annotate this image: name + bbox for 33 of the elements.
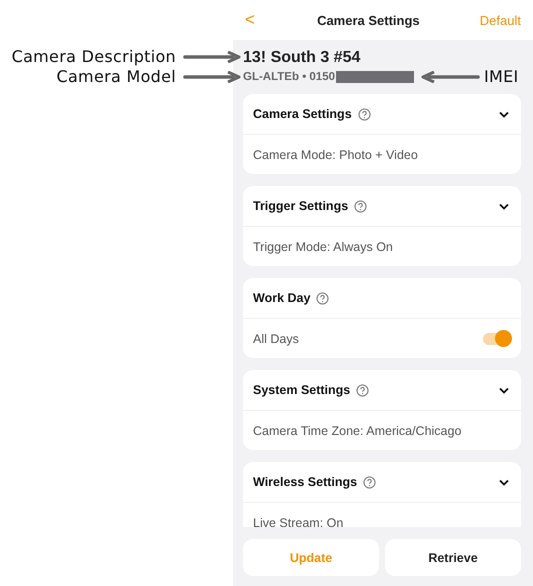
camera-description: 13! South 3 #54 <box>243 48 362 68</box>
section-title: Work Day <box>253 291 310 305</box>
chevron-icon[interactable] <box>499 386 509 394</box>
section-value: Camera Mode: Photo + Video <box>253 148 418 162</box>
section-value: Camera Time Zone: America/Chicago <box>253 424 462 438</box>
annotation-label: Camera Model <box>56 67 176 87</box>
action-button[interactable]: Update <box>243 539 379 576</box>
annotation-arrow <box>183 71 241 83</box>
section-value: All Days <box>253 332 299 346</box>
camera-model: GL-ALTEb • 0150 <box>243 71 335 83</box>
section-title: Camera Settings <box>253 107 352 121</box>
help-icon[interactable] <box>316 292 330 304</box>
annotation-arrow <box>421 71 481 83</box>
screen-title: Camera Settings <box>317 12 420 28</box>
annotation-label: IMEI <box>484 67 519 87</box>
section-value: Live Stream: On <box>253 516 344 527</box>
help-icon[interactable] <box>356 384 370 396</box>
annotation-label: Camera Description <box>12 47 176 67</box>
chevron-icon[interactable] <box>499 202 509 210</box>
chevron-icon[interactable] <box>499 478 509 486</box>
annotation-arrow <box>183 51 241 63</box>
section-title: Trigger Settings <box>253 199 348 213</box>
default-button[interactable]: Default <box>480 12 521 28</box>
back-button[interactable]: < <box>243 10 257 30</box>
chevron-icon[interactable] <box>499 110 509 118</box>
help-icon[interactable] <box>354 200 368 212</box>
section-value: Trigger Mode: Always On <box>253 240 393 254</box>
section-title: System Settings <box>253 383 350 397</box>
section-title: Wireless Settings <box>253 475 358 489</box>
action-button[interactable]: Retrieve <box>385 539 521 576</box>
help-icon[interactable] <box>358 108 371 120</box>
help-icon[interactable] <box>363 476 376 488</box>
toggle-switch[interactable] <box>483 332 509 344</box>
